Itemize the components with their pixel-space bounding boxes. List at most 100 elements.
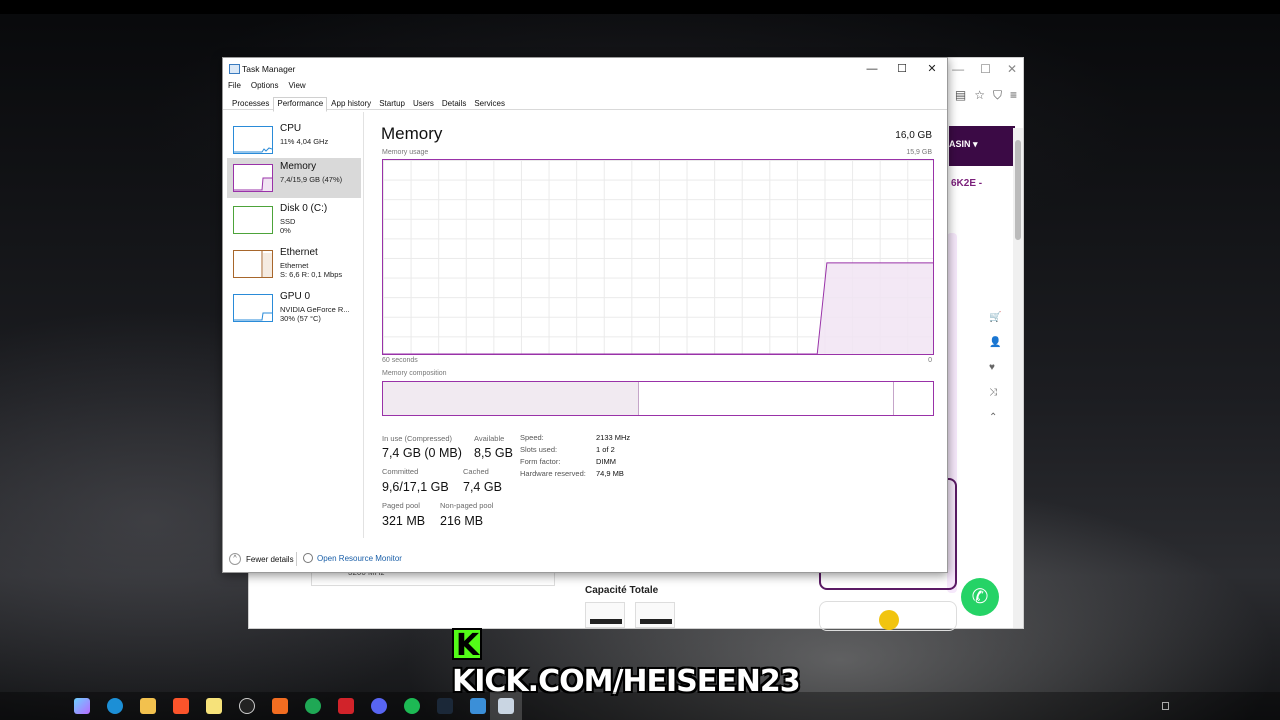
sidebar-item-detail: 0% [280,226,291,235]
brand-logo-icon [879,610,899,630]
non-paged-pool-label: Non-paged pool [440,501,494,510]
in-use-label: In use (Compressed) [382,434,453,443]
steam-icon[interactable] [437,698,453,714]
stream-overlay-banner: KKICK.COM/HEISEEN23 [452,628,816,699]
graph-label: Memory usage [382,149,429,156]
reader-icon[interactable]: ▤ [955,88,966,103]
edge-icon[interactable] [107,698,123,714]
sidebar-item-detail: Ethernet [280,261,309,270]
shield-icon[interactable]: ⛉ [993,88,1002,103]
ram-thumbnail[interactable] [585,602,625,628]
nav-button-label[interactable]: ASIN [949,139,971,149]
paged-pool-label: Paged pool [382,501,420,510]
form-factor-value: DIMM [596,457,616,466]
browser-maximize-icon[interactable]: ☐ [980,62,991,76]
minimize-button[interactable]: — [857,60,887,78]
composition-in-use [383,382,639,415]
hardware-reserved-label: Hardware reserved: [520,469,586,478]
tab-services[interactable]: Services [470,97,509,112]
whatsapp-chat-icon[interactable]: ✆ [961,578,999,616]
resource-monitor-label: Open Resource Monitor [317,553,402,563]
sidebar-item-ethernet[interactable]: Ethernet Ethernet S: 6,6 R: 0,1 Mbps [227,244,361,284]
maximize-button[interactable]: ☐ [887,60,917,78]
composition-standby-boundary [893,382,895,415]
favorites-icon[interactable]: ☆ [974,88,985,103]
tab-startup[interactable]: Startup [375,97,409,112]
graph-time-left: 60 seconds [382,357,418,364]
sidebar-item-detail: SSD [280,217,296,226]
disk-thumbnail-graph [233,206,273,234]
sidebar-item-detail: S: 6,6 R: 0,1 Mbps [280,270,343,279]
app-red-icon[interactable] [338,698,354,714]
sidebar-item-cpu[interactable]: CPU 11% 4,04 GHz [227,120,361,160]
page-title: Memory [381,124,443,143]
speed-label: Speed: [520,433,544,442]
site-nav-bar[interactable]: ASIN ▾ [949,126,1015,166]
browser-minimize-icon[interactable]: — [952,62,964,76]
sidebar-item-detail: 11% 4,04 GHz [280,137,329,146]
sidebar-item-disk[interactable]: Disk 0 (C:) SSD 0% [227,200,361,240]
footer-bar: ^ Fewer details Open Resource Monitor [223,546,947,574]
sidebar-divider [363,112,364,538]
photos-icon[interactable] [470,698,486,714]
close-button[interactable]: ✕ [917,60,947,78]
fewer-details-button[interactable]: ^ Fewer details [229,553,294,565]
scroll-up-icon[interactable]: ⌃ [989,412,1001,423]
graph-time-right: 0 [928,357,932,364]
show-desktop-icon[interactable] [1162,702,1169,710]
site-side-icons: 🛒 👤 ♥ ⤨ ⌃ [989,312,1001,423]
open-resource-monitor-link[interactable]: Open Resource Monitor [303,553,402,563]
menu-options[interactable]: Options [251,81,279,90]
browser-toolbar: ▤ ☆ ⛉ ≡ [955,88,1017,103]
available-label: Available [474,434,505,443]
slots-label: Slots used: [520,445,558,454]
whatsapp-icon[interactable] [305,698,321,714]
tab-details[interactable]: Details [438,97,470,112]
discord-icon[interactable] [371,698,387,714]
committed-label: Committed [382,467,419,476]
form-factor-label: Form factor: [520,457,561,466]
browser-scrollbar[interactable] [1013,128,1023,628]
brave-icon[interactable] [173,698,189,714]
task-manager-app-icon [229,64,240,74]
taskbar [0,692,1280,720]
in-use-value: 7,4 GB (0 MB) [382,446,462,460]
ram-thumbnail[interactable] [635,602,675,628]
memory-thumbnail-graph [233,164,273,192]
memory-composition-bar[interactable] [382,381,934,416]
capacity-label: Capacité Totale [585,585,659,596]
sidebar-item-detail: NVIDIA GeForce R... [280,305,350,314]
performance-sidebar: CPU 11% 4,04 GHz Memory 7,4/15,9 GB (47%… [223,110,363,540]
speedometer-icon[interactable] [239,698,255,714]
sidebar-item-label: Ethernet [280,247,318,258]
menu-file[interactable]: File [228,81,241,90]
app-orange-icon[interactable] [272,698,288,714]
graph-max-label: 15,9 GB [906,149,932,156]
title-bar[interactable]: Task Manager — ☐ ✕ [223,58,947,80]
sidebar-item-gpu[interactable]: GPU 0 NVIDIA GeForce R... 30% (57 °C) [227,288,361,328]
tab-users[interactable]: Users [409,97,438,112]
heart-icon[interactable]: ♥ [989,362,1001,373]
cpu-thumbnail-graph [233,126,273,154]
file-explorer-icon[interactable] [140,698,156,714]
browser-close-icon[interactable]: ✕ [1007,62,1017,76]
notes-icon[interactable] [206,698,222,714]
copilot-icon[interactable] [74,698,90,714]
composition-label: Memory composition [382,370,447,377]
sidebar-item-memory[interactable]: Memory 7,4/15,9 GB (47%) [227,158,361,198]
non-paged-pool-value: 216 MB [440,514,484,528]
menu-bar: File Options View [228,81,306,90]
gpu-thumbnail-graph [233,294,273,322]
menu-icon[interactable]: ≡ [1010,88,1017,103]
memory-usage-graph [382,159,934,355]
slots-value: 1 of 2 [596,445,615,454]
resource-monitor-icon [303,553,313,563]
menu-view[interactable]: View [288,81,305,90]
spotify-icon[interactable] [404,698,420,714]
cart-icon[interactable]: 🛒 [989,312,1001,323]
task-manager-icon[interactable] [498,698,514,714]
product-code: 6K2E - [951,178,983,189]
user-icon[interactable]: 👤 [989,337,1001,348]
compare-icon[interactable]: ⤨ [989,387,1001,398]
sidebar-item-label: CPU [280,123,302,134]
